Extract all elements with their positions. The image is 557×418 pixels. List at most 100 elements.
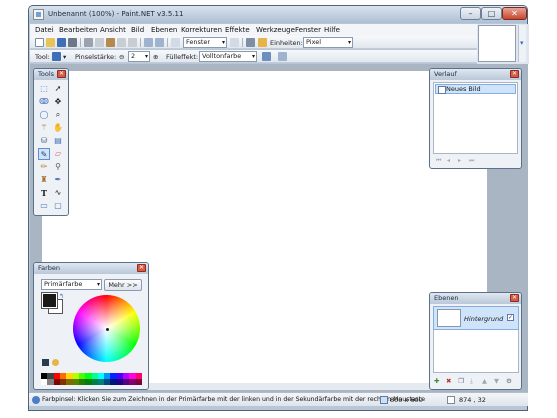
ellipse-select-icon[interactable]: ◯ [38, 109, 50, 121]
palette-menu-icon[interactable] [52, 359, 59, 366]
close-icon[interactable]: ✕ [510, 70, 519, 78]
text-tool-icon[interactable]: T [38, 187, 50, 199]
menu-fenster[interactable]: Fenster [295, 26, 321, 34]
title-bar[interactable]: Unbenannt (100%) - Paint.NET v3.5.11 – □… [29, 6, 527, 23]
maximize-button[interactable]: □ [481, 7, 502, 20]
open-file-icon[interactable] [46, 38, 55, 47]
history-undo-icon[interactable]: ◂ [447, 157, 450, 164]
chevron-down-icon: ▾ [144, 53, 148, 60]
undo-icon[interactable] [144, 38, 153, 47]
save-icon[interactable] [57, 38, 66, 47]
palette-swatch[interactable] [135, 379, 142, 385]
toolbar-separator [242, 38, 243, 47]
rectangle-select-icon[interactable]: ⬚ [38, 83, 50, 95]
zoom-tool-icon[interactable]: ⌕ [52, 109, 64, 121]
crop-icon[interactable] [117, 38, 126, 47]
clone-stamp-icon[interactable]: ♜ [38, 174, 50, 186]
app-icon [33, 9, 44, 20]
primary-color-swatch[interactable] [41, 292, 58, 309]
layer-properties-icon[interactable]: ⚙ [506, 377, 512, 385]
zoom-combo[interactable]: Fenster ▾ [183, 37, 227, 48]
minimize-button[interactable]: – [460, 7, 481, 20]
image-thumbnail[interactable] [478, 25, 516, 62]
menu-effekte[interactable]: Effekte [225, 26, 250, 34]
menu-ebenen[interactable]: Ebenen [151, 26, 177, 34]
zoom-in-icon[interactable] [230, 38, 239, 47]
pencil-icon[interactable]: ✏ [38, 161, 50, 173]
blend-mode-icon[interactable] [278, 52, 287, 61]
paint-bucket-icon[interactable]: ⛁ [38, 135, 50, 147]
color-mode-select[interactable]: Primärfarbe ▾ [41, 279, 102, 290]
image-size: 800 x 600 [390, 396, 423, 404]
swap-colors-icon[interactable]: ↰ [59, 293, 64, 300]
layer-buttons: ✚ ✖ ❐ ⤓ ▲ ▼ ⚙ [434, 377, 518, 386]
history-item[interactable]: Neues Bild [435, 84, 516, 94]
menu-bearbeiten[interactable]: Bearbeiten [59, 26, 97, 34]
palette-icon[interactable] [42, 359, 49, 366]
minus-icon[interactable]: ⊖ [119, 53, 124, 61]
duplicate-layer-icon[interactable]: ❐ [458, 377, 464, 385]
delete-layer-icon[interactable]: ✖ [446, 377, 451, 385]
lasso-icon[interactable]: ↂ [38, 96, 50, 108]
units-combo[interactable]: Pixel ▾ [303, 37, 353, 48]
layers-panel: Ebenen ✕ Hintergrund ✓ ✚ ✖ ❐ ⤓ ▲ ▼ ⚙ [429, 292, 522, 390]
toolbar-separator [80, 38, 81, 47]
history-last-icon[interactable]: ⏭ [469, 157, 474, 165]
menu-datei[interactable]: Datei [35, 26, 54, 34]
layers-panel-title[interactable]: Ebenen [430, 293, 521, 304]
thumbnail-scroll[interactable] [518, 25, 526, 62]
grid-icon[interactable] [246, 38, 255, 47]
merge-layer-icon[interactable]: ⤓ [470, 377, 473, 386]
rectangle-tool-icon[interactable]: ▭ [38, 200, 50, 212]
menu-werkzeuge[interactable]: Werkzeuge [256, 26, 295, 34]
menu-korrekturen[interactable]: Korrekturen [181, 26, 222, 34]
more-colors-button[interactable]: Mehr >> [104, 279, 142, 291]
menu-hilfe[interactable]: Hilfe [324, 26, 340, 34]
add-layer-icon[interactable]: ✚ [434, 377, 439, 385]
move-selection-icon[interactable]: ➚ [52, 83, 64, 95]
print-icon[interactable] [68, 38, 77, 47]
move-selected-icon[interactable]: ✥ [52, 96, 64, 108]
gradient-icon[interactable]: ▤ [52, 135, 64, 147]
menu-bild[interactable]: Bild [131, 26, 144, 34]
line-curve-icon[interactable]: ∿ [52, 187, 64, 199]
close-icon[interactable]: ✕ [137, 264, 146, 272]
deselect-icon[interactable] [128, 38, 137, 47]
cut-icon[interactable] [84, 38, 93, 47]
color-picker-icon[interactable]: ⚲ [52, 161, 64, 173]
redo-icon[interactable] [155, 38, 164, 47]
move-layer-down-icon[interactable]: ▼ [494, 377, 499, 385]
zoom-icon[interactable] [171, 38, 180, 47]
fill-label: Fülleffekt: [166, 53, 199, 61]
antialiasing-icon[interactable] [262, 52, 271, 61]
layer-row[interactable]: Hintergrund ✓ [433, 306, 519, 330]
copy-icon[interactable] [95, 38, 104, 47]
cursor-position: 874 , 32 [459, 396, 486, 404]
close-button[interactable]: ✕ [502, 7, 527, 20]
rounded-rectangle-icon[interactable]: ▢ [52, 200, 64, 212]
plus-icon[interactable]: ⊕ [153, 53, 158, 61]
close-icon[interactable]: ✕ [510, 294, 519, 302]
move-layer-up-icon[interactable]: ▲ [482, 377, 487, 385]
colors-panel-title[interactable]: Farben [34, 263, 148, 274]
new-file-icon[interactable] [35, 38, 44, 47]
magic-wand-icon[interactable]: ⚚ [38, 122, 50, 134]
brush-width-combo[interactable]: 2 ▾ [128, 51, 150, 62]
eraser-icon[interactable]: ▱ [52, 148, 64, 160]
history-redo-icon[interactable]: ▸ [458, 157, 461, 164]
main-toolbar: Fenster ▾ Einheiten: Pixel ▾ [30, 36, 477, 49]
paintbrush-icon[interactable]: ✎ [38, 148, 50, 160]
current-tool-icon[interactable] [52, 52, 61, 61]
menu-ansicht[interactable]: Ansicht [100, 26, 126, 34]
layer-visibility-checkbox[interactable]: ✓ [507, 314, 514, 321]
fill-combo[interactable]: Vollton­farbe ▾ [199, 51, 257, 62]
recolor-icon[interactable]: ✒ [52, 174, 64, 186]
pan-icon[interactable]: ✋ [52, 122, 64, 134]
paste-icon[interactable] [106, 38, 115, 47]
close-icon[interactable]: ✕ [57, 70, 66, 78]
history-panel-title[interactable]: Verlauf [430, 69, 521, 80]
ruler-icon[interactable] [258, 38, 267, 47]
chevron-down-icon[interactable]: ▾ [63, 53, 66, 61]
tools-panel: Tools ✕ ⬚ ➚ ↂ ✥ ◯ ⌕ ⚚ ✋ ⛁ ▤ ✎ ▱ ✏ ⚲ ♜ ✒ … [33, 68, 69, 216]
history-first-icon[interactable]: ⏮ [436, 157, 441, 165]
